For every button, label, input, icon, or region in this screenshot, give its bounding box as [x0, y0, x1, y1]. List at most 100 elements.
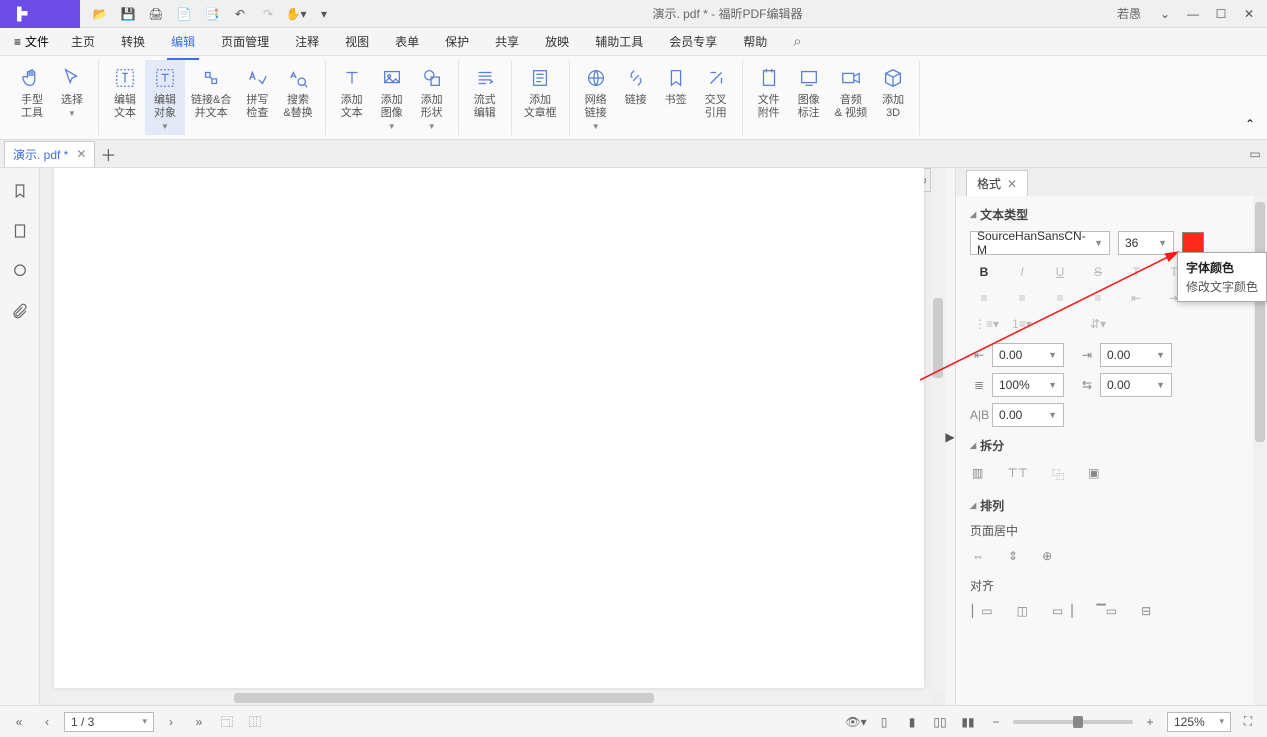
ribbon-file-attach[interactable]: 文件 附件: [749, 60, 789, 135]
menu-view[interactable]: 视图: [341, 29, 373, 54]
export-icon[interactable]: 📄: [172, 2, 196, 26]
section-split[interactable]: 拆分: [970, 437, 1255, 454]
strikethrough-button[interactable]: S: [1088, 265, 1108, 279]
menu-help[interactable]: 帮助: [739, 29, 771, 54]
ribbon-add-image[interactable]: 添加 图像▼: [372, 60, 412, 135]
canvas-vertical-scrollbar[interactable]: [931, 168, 945, 691]
ribbon-link-join[interactable]: 链接&合 并文本: [185, 60, 237, 135]
menu-protect[interactable]: 保护: [441, 29, 473, 54]
user-name[interactable]: 若愚: [1111, 5, 1147, 22]
font-color-swatch[interactable]: [1182, 232, 1204, 254]
char-width-input[interactable]: 0.00▼: [992, 403, 1064, 427]
bookmarks-panel-icon[interactable]: [9, 180, 31, 202]
indent-right-input[interactable]: 0.00▼: [1100, 343, 1172, 367]
ribbon-cross-ref[interactable]: 交叉 引用: [696, 60, 736, 135]
ribbon-image-annot[interactable]: 图像 标注: [789, 60, 829, 135]
menu-form[interactable]: 表单: [391, 29, 423, 54]
menu-share[interactable]: 共享: [491, 29, 523, 54]
user-dropdown-icon[interactable]: ⌄: [1153, 2, 1177, 26]
menu-search-icon[interactable]: ⌕: [789, 29, 805, 54]
page-layout-1-icon[interactable]: ⿹: [216, 711, 238, 733]
pages-panel-icon[interactable]: [9, 220, 31, 242]
comments-panel-icon[interactable]: [9, 260, 31, 282]
document-tab[interactable]: 演示. pdf * ✕: [4, 141, 95, 167]
line-height-input[interactable]: 100%▼: [992, 373, 1064, 397]
underline-button[interactable]: U: [1050, 265, 1070, 279]
ribbon-edit-object[interactable]: 编辑 对象▼: [145, 60, 185, 135]
fullscreen-icon[interactable]: ⛶: [1237, 711, 1259, 733]
attachments-panel-icon[interactable]: [9, 300, 31, 322]
center-vertical-icon[interactable]: ⇔: [972, 549, 984, 563]
qat-more-icon[interactable]: ▾: [312, 2, 336, 26]
align-right-icon[interactable]: ≡: [1050, 291, 1070, 305]
ribbon-link[interactable]: 链接: [616, 60, 656, 135]
maximize-icon[interactable]: ☐: [1209, 2, 1233, 26]
split-text-icon[interactable]: ⊤⊤: [1007, 466, 1028, 483]
font-family-select[interactable]: SourceHanSansCN-M▼: [970, 231, 1110, 255]
format-panel-tab[interactable]: 格式 ✕: [966, 170, 1028, 196]
unlink-icon[interactable]: ▣: [1088, 466, 1099, 483]
text-direction-icon[interactable]: ⇵▾: [1088, 317, 1108, 331]
document-canvas[interactable]: ▭ 免费·快速·安全: [40, 168, 945, 705]
section-text-type[interactable]: 文本类型: [970, 206, 1255, 223]
ribbon-search-replace[interactable]: 搜索 &替换: [277, 60, 318, 135]
font-size-select[interactable]: 36▼: [1118, 231, 1174, 255]
redo-icon[interactable]: ↷: [256, 2, 280, 26]
continuous-icon[interactable]: ▮: [901, 711, 923, 733]
ribbon-web-link[interactable]: 网络 链接▼: [576, 60, 616, 135]
menu-edit[interactable]: 编辑: [167, 29, 199, 54]
ribbon-select[interactable]: 选择▼: [52, 60, 92, 135]
char-spacing-input[interactable]: 0.00▼: [1100, 373, 1172, 397]
ribbon-bookmark[interactable]: 书签: [656, 60, 696, 135]
menu-home[interactable]: 主页: [67, 29, 99, 54]
right-panel-expand-icon[interactable]: ▶: [945, 168, 955, 705]
open-icon[interactable]: 📂: [88, 2, 112, 26]
menu-page[interactable]: 页面管理: [217, 29, 273, 54]
menu-convert[interactable]: 转换: [117, 29, 149, 54]
facing-icon[interactable]: ▯▯: [929, 711, 951, 733]
zoom-out-icon[interactable]: −: [985, 711, 1007, 733]
hand-qat-icon[interactable]: ✋▾: [284, 2, 308, 26]
tab-close-icon[interactable]: ✕: [76, 147, 86, 161]
minimize-icon[interactable]: ―: [1181, 2, 1205, 26]
menu-tools[interactable]: 辅助工具: [591, 29, 647, 54]
single-page-icon[interactable]: ▯: [873, 711, 895, 733]
indent-left-input[interactable]: 0.00▼: [992, 343, 1064, 367]
menu-vip[interactable]: 会员专享: [665, 29, 721, 54]
align-obj-right-icon[interactable]: ▭▕: [1052, 604, 1073, 618]
ribbon-add-3d[interactable]: 添加 3D: [873, 60, 913, 135]
new-tab-button[interactable]: ＋: [95, 142, 121, 166]
ribbon-collapse-icon[interactable]: ⌃: [1239, 60, 1261, 135]
save-icon[interactable]: 💾: [116, 2, 140, 26]
center-both-icon[interactable]: ⊕: [1042, 549, 1052, 563]
ribbon-add-shape[interactable]: 添加 形状▼: [412, 60, 452, 135]
bullet-list-icon[interactable]: ⋮≡▾: [974, 317, 994, 331]
ribbon-flow-edit[interactable]: 流式 编辑: [465, 60, 505, 135]
align-obj-left-icon[interactable]: ▏▭: [972, 604, 993, 618]
superscript-button[interactable]: T: [1126, 265, 1146, 279]
split-vertical-icon[interactable]: ▥: [972, 466, 983, 483]
file-menu[interactable]: ≡ 文件: [14, 33, 49, 50]
ribbon-edit-text[interactable]: 编辑 文本: [105, 60, 145, 135]
first-page-icon[interactable]: «: [8, 711, 30, 733]
align-obj-center-icon[interactable]: ◫: [1017, 604, 1028, 618]
page-layout-2-icon[interactable]: ⿲: [244, 711, 266, 733]
indent-decrease-icon[interactable]: ⇤: [1126, 291, 1146, 305]
section-arrange[interactable]: 排列: [970, 497, 1255, 514]
ribbon-spell[interactable]: 拼写 检查: [237, 60, 277, 135]
zoom-level-input[interactable]: 125%▾: [1167, 712, 1231, 732]
ribbon-audio-video[interactable]: 音频 & 视频: [829, 60, 873, 135]
continuous-facing-icon[interactable]: ▮▮: [957, 711, 979, 733]
next-page-icon[interactable]: ›: [160, 711, 182, 733]
center-horizontal-icon[interactable]: ⇕: [1008, 549, 1018, 563]
canvas-horizontal-scrollbar[interactable]: [54, 691, 931, 705]
last-page-icon[interactable]: »: [188, 711, 210, 733]
merge-icon[interactable]: ⿻: [1052, 466, 1064, 483]
number-list-icon[interactable]: 1≡▾: [1012, 317, 1032, 331]
print-icon[interactable]: 🖨: [144, 2, 168, 26]
page-number-input[interactable]: 1 / 3▾: [64, 712, 154, 732]
menu-comment[interactable]: 注释: [291, 29, 323, 54]
read-mode-icon[interactable]: 👁▾: [845, 711, 867, 733]
align-justify-icon[interactable]: ≡: [1088, 291, 1108, 305]
new-icon[interactable]: 📑: [200, 2, 224, 26]
